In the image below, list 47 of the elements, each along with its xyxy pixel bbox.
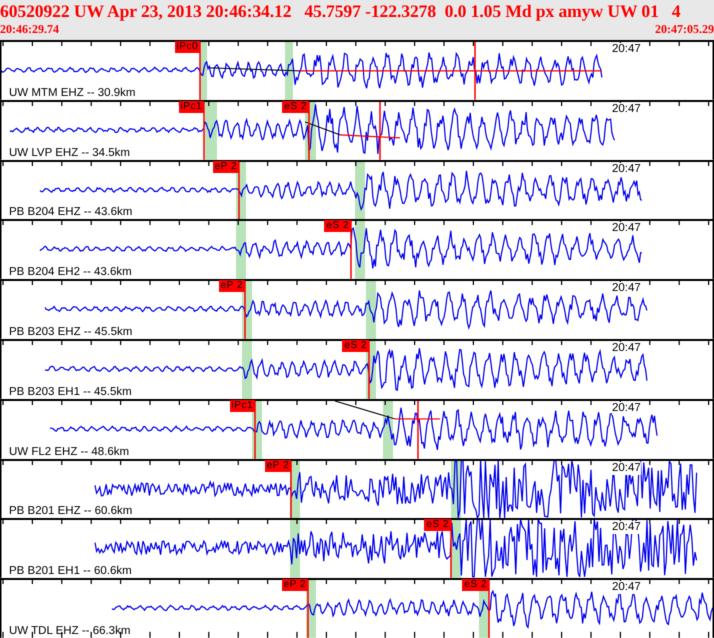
phase-window	[366, 280, 376, 339]
marker-line	[379, 100, 381, 160]
pick-line	[238, 160, 240, 220]
marker-line	[417, 400, 419, 459]
time-label: 20:47	[612, 581, 641, 594]
phase-window	[236, 220, 246, 280]
pick-label: eP 2	[218, 280, 245, 292]
pick-label: iPc1	[230, 400, 255, 412]
pick-label: eP 2	[282, 579, 308, 592]
pick-line	[203, 100, 205, 160]
station-label: PB B201 EH1 -- 60.6km	[9, 565, 132, 578]
station-label: UW LVP EHZ -- 34.5km	[9, 146, 130, 160]
pick-line	[199, 41, 201, 100]
pick-label: iPc0	[174, 41, 200, 53]
pick-line	[307, 579, 309, 638]
pick-line	[290, 460, 292, 518]
station-label: UW TDL EHZ -- 66.3km	[9, 624, 130, 638]
pick-label: eP 2	[264, 460, 291, 472]
station-label: UW FL2 EHZ -- 48.6km	[9, 446, 130, 459]
marker-line	[474, 41, 476, 100]
pick-label: eS 2	[324, 220, 351, 232]
pick-label: iPc1	[178, 100, 204, 113]
pick-label: eP 2	[212, 160, 239, 173]
time-label: 20:47	[612, 521, 641, 534]
event-title: 60520922 UW Apr 23, 2013 20:46:34.12 45.7597 -122.3278 0.0 1.05 Md px amyw UW 01 4	[0, 0, 682, 22]
pick-line	[350, 220, 352, 280]
station-label: PB B204 EH2 -- 43.6km	[9, 266, 132, 280]
pick-line	[368, 340, 370, 399]
start-time: 20:46:29.74	[0, 22, 59, 36]
pick-line	[488, 579, 490, 638]
station-label: PB B204 EHZ -- 43.6km	[9, 206, 132, 220]
time-label: 20:47	[612, 462, 641, 475]
pick-line	[450, 519, 452, 578]
pick-label: eS 2	[462, 579, 489, 592]
time-label: 20:47	[612, 402, 641, 415]
pick-line	[308, 100, 310, 160]
pick-label: eS 2	[424, 519, 451, 532]
station-label: PB B203 EH1 -- 45.5km	[9, 386, 132, 399]
station-label: UW MTM EHZ -- 30.9km	[9, 86, 136, 100]
pick-line	[254, 400, 256, 459]
station-label: PB B201 EHZ -- 60.6km	[9, 505, 132, 518]
station-label: PB B203 EHZ -- 45.5km	[9, 326, 132, 339]
pick-label: eS 2	[282, 100, 309, 113]
pick-label: eS 2	[342, 340, 369, 352]
end-time: 20:47:05.29	[655, 22, 714, 36]
phase-window	[242, 340, 252, 399]
pick-line	[244, 280, 246, 339]
